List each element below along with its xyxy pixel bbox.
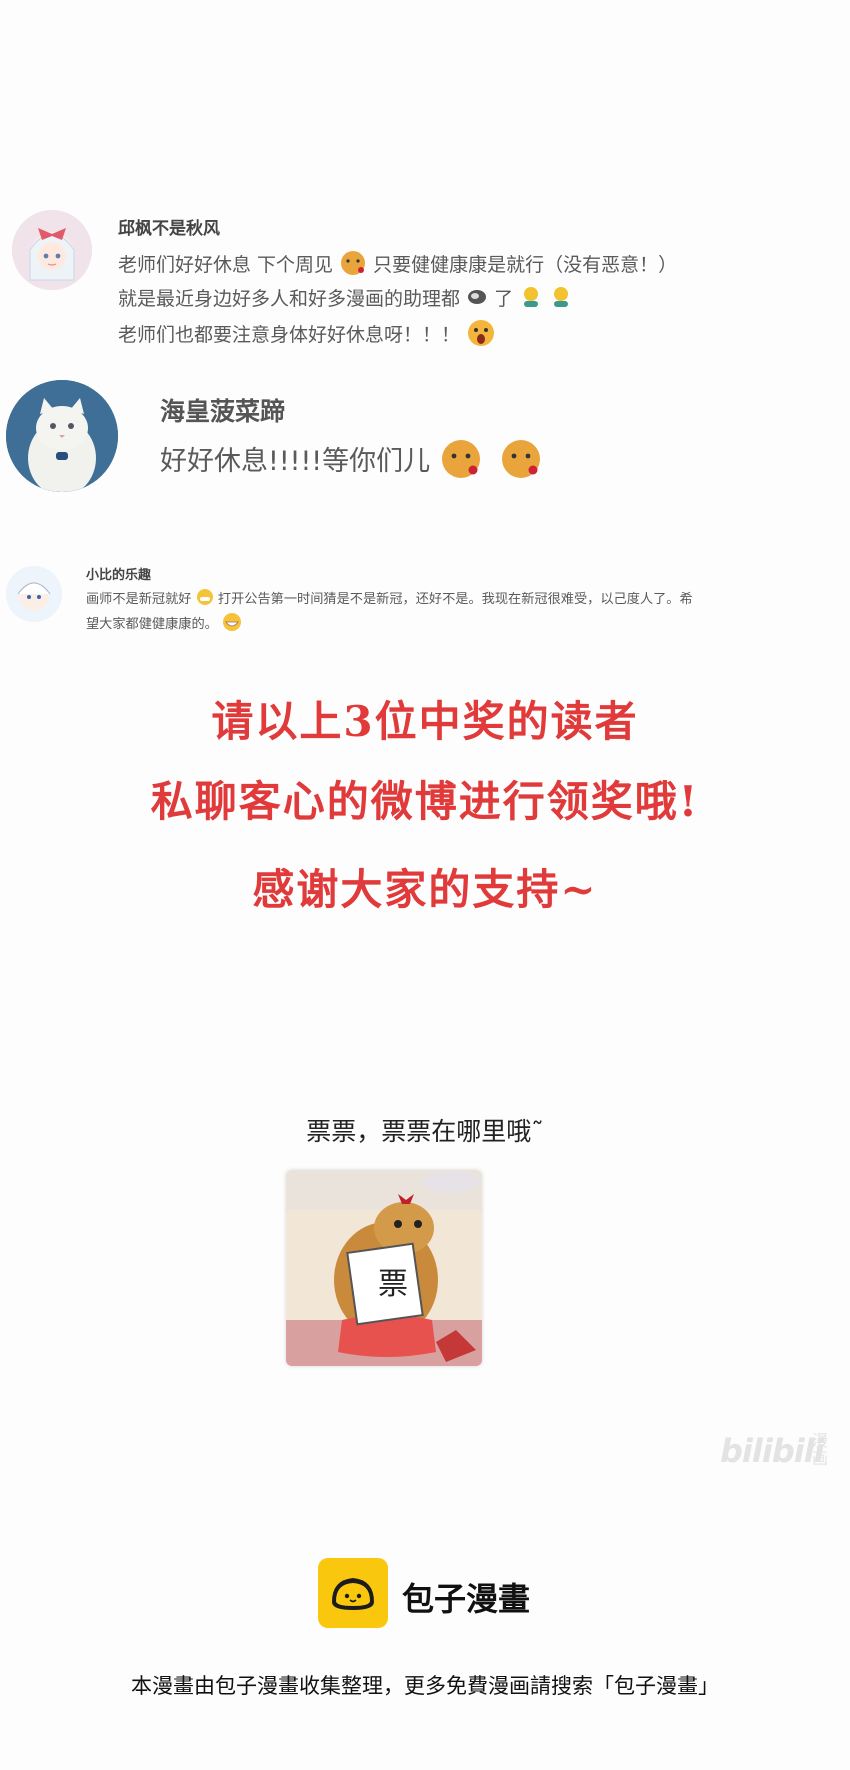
avatar — [6, 566, 62, 622]
sick-emoji-icon — [519, 285, 543, 314]
comment-line-2: 就是最近身边好多人和好多漫画的助理都 了 — [118, 284, 573, 314]
bun-logo-icon — [332, 1578, 374, 1610]
comment-3: 小比的乐趣 画师不是新冠就好 打开公告第一时间猜是不是新冠，还好不是。我现在新冠… — [0, 560, 850, 640]
footer-note: 本漫畫由包子漫畫收集整理，更多免費漫画請搜索「包子漫畫」 — [131, 1674, 719, 1698]
comment-line: 好好休息!!!!!等你们儿 — [160, 438, 543, 487]
laugh-emoji-icon — [222, 612, 242, 636]
grin-emoji-icon — [196, 588, 214, 610]
sick-emoji-icon — [549, 285, 573, 314]
brand-name: 包子漫畫 — [402, 1580, 531, 1618]
comment-text: 只要健健康康是就行（没有恶意！） — [373, 254, 678, 276]
comment-text: 望大家都健健康康的。 — [86, 617, 218, 632]
bilibili-watermark: bilibili 漫 画 — [720, 1432, 828, 1472]
comment-2: 海皇菠菜蹄 好好休息!!!!!等你们儿 — [0, 378, 850, 498]
shocked-emoji-icon — [466, 318, 496, 353]
comment-line-2: 望大家都健健康康的。 — [86, 612, 242, 636]
announcement-line-3: 感谢大家的支持~ — [252, 865, 598, 914]
comment-text: 打开公告第一时间猜是不是新冠，还好不是。我现在新冠很难受，以己度人了。希 — [217, 592, 693, 607]
comment-line-1: 老师们好好休息 下个周见 只要健健康康是就行（没有恶意！） — [118, 250, 677, 281]
announcement-line-2: 私聊客心的微博进行领奖哦! — [150, 777, 700, 826]
sheep-emoji-icon — [466, 287, 488, 312]
comment-text: 了 — [494, 288, 514, 310]
anime-girl-avatar-icon — [12, 210, 92, 290]
watermark-manhua: 漫 画 — [812, 1431, 829, 1468]
avatar — [6, 380, 118, 492]
comment-text: 老师们好好休息 下个周见 — [118, 254, 334, 276]
brand-logo — [318, 1558, 388, 1628]
doge-emoji-icon — [439, 438, 483, 487]
avatar — [12, 210, 92, 290]
announcement-line-1: 请以上3位中奖的读者 — [211, 697, 639, 746]
commenter-name: 海皇菠菜蹄 — [160, 397, 286, 426]
comment-line-1: 画师不是新冠就好 打开公告第一时间猜是不是新冠，还好不是。我现在新冠很难受，以己… — [86, 588, 693, 610]
sticker-text: 票 — [378, 1267, 408, 1302]
doge-emoji-icon — [499, 438, 543, 487]
ticket-prompt: 票票，票票在哪里哦˜ — [306, 1117, 544, 1146]
comment-text: 老师们也都要注意身体好好休息呀！！！ — [118, 324, 461, 346]
commenter-name: 小比的乐趣 — [86, 568, 152, 583]
doge-holding-ticket-icon: 票 — [286, 1170, 482, 1366]
commenter-name: 邱枫不是秋风 — [118, 219, 220, 239]
comment-text: 就是最近身边好多人和好多漫画的助理都 — [118, 288, 461, 310]
comment-text: 画师不是新冠就好 — [86, 592, 192, 607]
chibi-avatar-icon — [6, 566, 62, 622]
comment-1: 邱枫不是秋风 老师们好好休息 下个周见 只要健健康康是就行（没有恶意！） 就是最… — [0, 210, 850, 360]
comment-text: 好好休息!!!!!等你们儿 — [160, 446, 431, 477]
comment-line-3: 老师们也都要注意身体好好休息呀！！！ — [118, 318, 496, 353]
watermark-text: bilibili — [720, 1432, 825, 1470]
white-cat-avatar-icon — [6, 380, 118, 492]
doge-emoji-icon — [339, 250, 367, 281]
doge-ticket-sticker: 票 — [286, 1170, 482, 1366]
